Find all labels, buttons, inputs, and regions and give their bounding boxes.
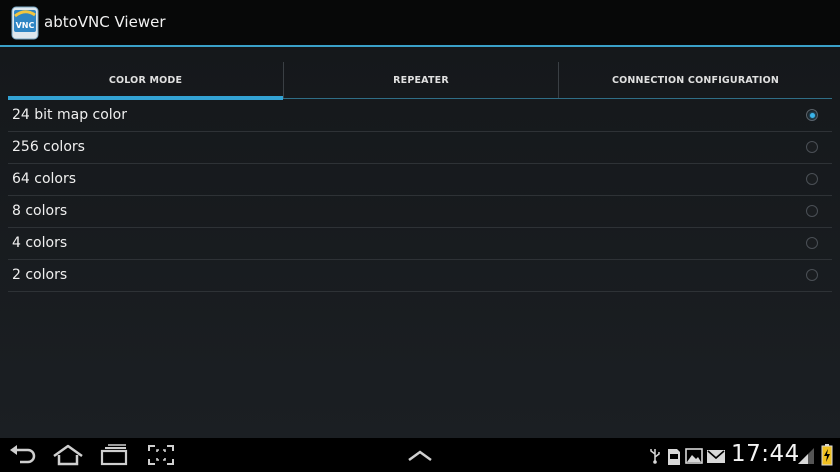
color-mode-option[interactable]: 2 colors [8,260,832,292]
color-mode-option[interactable]: 4 colors [8,228,832,260]
action-bar: VNC abtoVNC Viewer [0,0,840,45]
radio-button[interactable] [806,205,818,217]
system-bar: 17:44 [0,438,840,472]
radio-button[interactable] [806,141,818,153]
status-clock: 17:44 [731,441,800,467]
radio-button[interactable] [806,237,818,249]
tab-color-mode[interactable]: COLOR MODE [8,60,283,100]
radio-button[interactable] [806,109,818,121]
tab-bar: COLOR MODE REPEATER CONNECTION CONFIGURA… [8,60,832,100]
gallery-icon [685,448,703,464]
radio-button[interactable] [806,269,818,281]
color-mode-label: 256 colors [12,139,85,155]
abtovnc-app-icon[interactable]: VNC [11,6,39,40]
screenshot-icon[interactable] [147,444,175,466]
color-mode-option[interactable]: 256 colors [8,132,832,164]
color-mode-label: 24 bit map color [12,107,128,123]
color-mode-option[interactable]: 64 colors [8,164,832,196]
color-mode-option[interactable]: 24 bit map color [8,100,832,132]
battery-icon [821,444,833,466]
color-mode-label: 2 colors [12,267,68,283]
svg-text:VNC: VNC [16,21,35,30]
home-icon[interactable] [51,444,85,466]
color-mode-label: 4 colors [12,235,68,251]
signal-icon [798,448,814,464]
color-mode-list: 24 bit map color 256 colors 64 colors 8 … [8,100,832,292]
usb-icon [650,449,660,464]
recent-apps-icon[interactable] [99,444,129,466]
radio-button[interactable] [806,173,818,185]
app-title: abtoVNC Viewer [44,13,166,31]
action-bar-divider [0,45,840,47]
sd-card-icon [668,449,680,465]
chevron-up-icon[interactable] [406,444,434,466]
tab-connection-configuration[interactable]: CONNECTION CONFIGURATION [559,60,832,100]
color-mode-label: 64 colors [12,171,77,187]
color-mode-option[interactable]: 8 colors [8,196,832,228]
app-window: VNC abtoVNC Viewer COLOR MODE REPEATER C… [0,0,840,438]
gmail-icon [707,450,725,463]
tab-repeater[interactable]: REPEATER [284,60,558,100]
back-icon[interactable] [8,444,38,466]
color-mode-label: 8 colors [12,203,68,219]
